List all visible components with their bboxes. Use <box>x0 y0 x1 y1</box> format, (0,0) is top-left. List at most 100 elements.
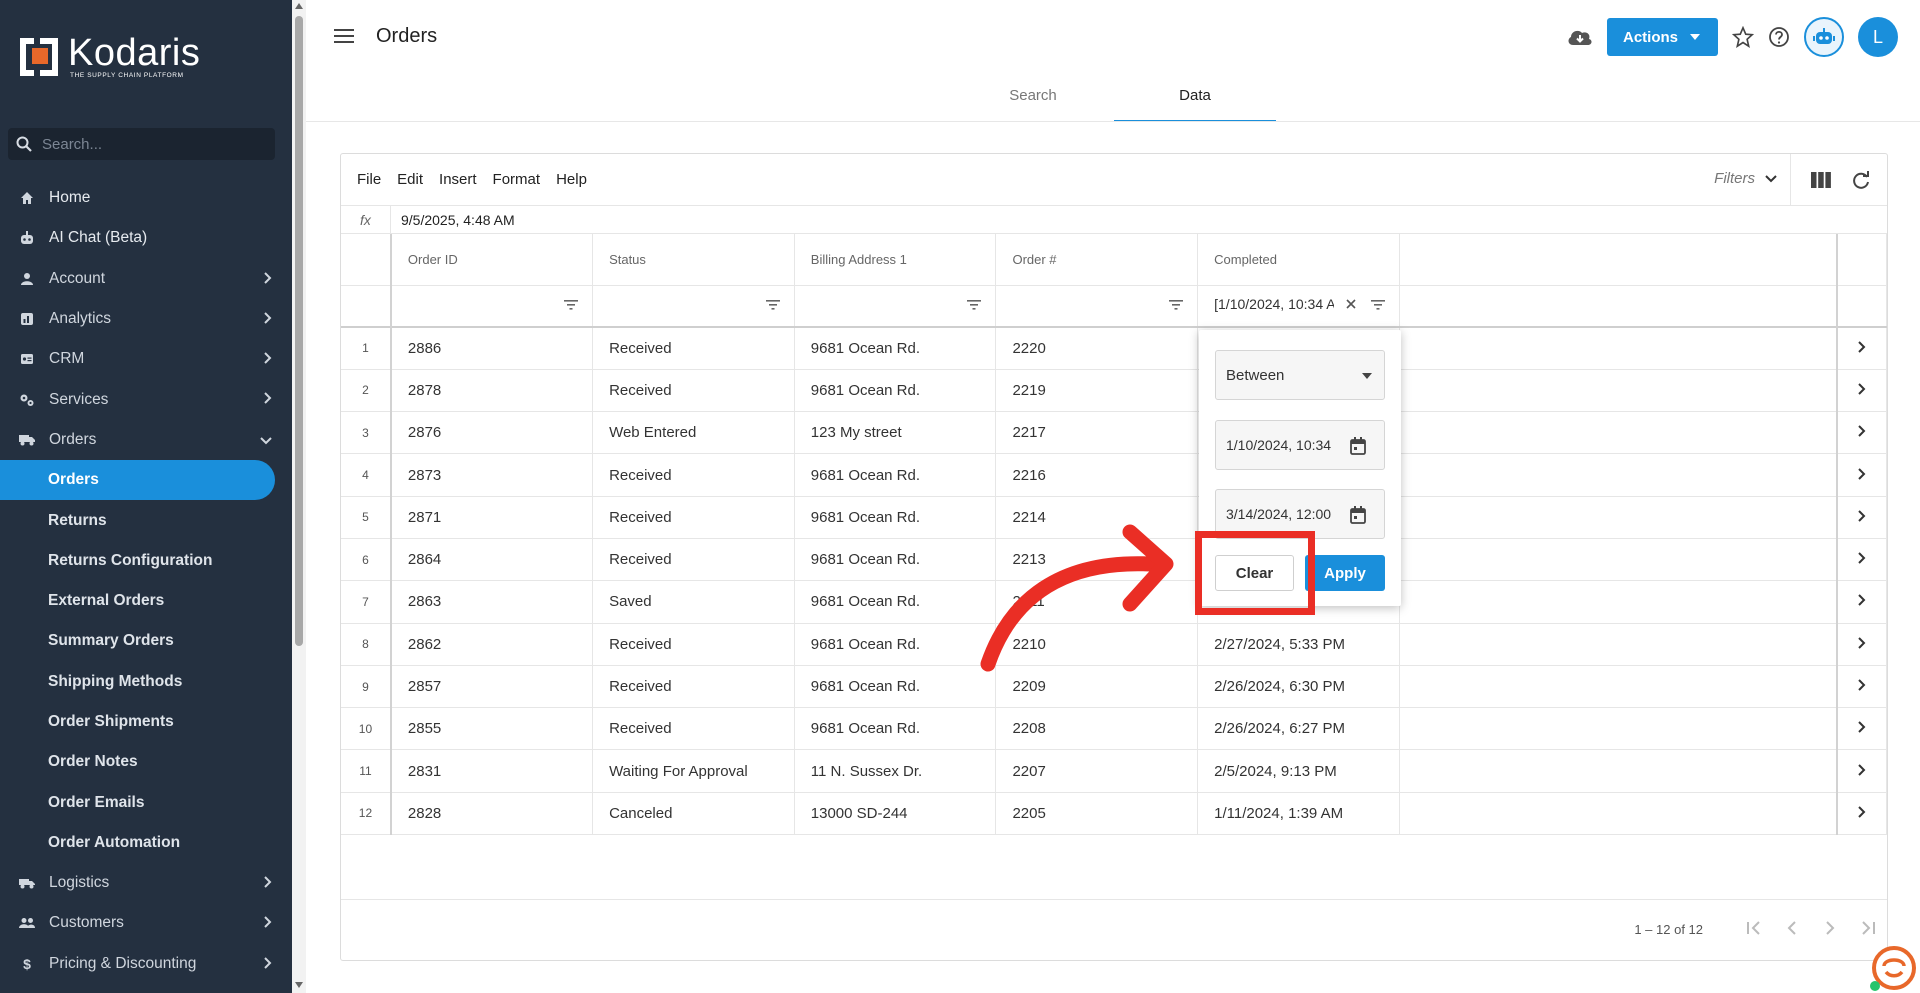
row-open-cell[interactable] <box>1835 453 1887 497</box>
cell-order-id[interactable]: 2876 <box>390 411 594 455</box>
cell-order-id[interactable]: 2857 <box>390 665 594 709</box>
cell-completed[interactable]: 2/27/2024, 5:33 PM <box>1197 623 1400 666</box>
date-from-input[interactable]: 1/10/2024, 10:34 <box>1215 420 1385 470</box>
cell-order-id[interactable]: 2873 <box>390 453 594 497</box>
row-number[interactable]: 2 <box>341 369 392 413</box>
sidebar-item-customers[interactable]: Customers <box>0 903 292 943</box>
sidebar-sub-order-shipments[interactable]: Order Shipments <box>0 702 292 742</box>
row-number[interactable]: 5 <box>341 496 392 539</box>
row-open-cell[interactable] <box>1835 749 1887 793</box>
filters-dropdown[interactable]: Filters <box>1714 170 1777 187</box>
cell-order-id[interactable]: 2886 <box>390 327 594 370</box>
prev-page-icon[interactable] <box>1783 920 1801 936</box>
cell-order-id[interactable]: 2878 <box>390 369 594 413</box>
cell-order-number[interactable]: 2219 <box>995 369 1199 413</box>
cell-billing-address[interactable]: 9681 Ocean Rd. <box>794 707 997 751</box>
filter-cell-status[interactable] <box>592 285 795 328</box>
sidebar-sub-order-notes[interactable]: Order Notes <box>0 742 292 782</box>
sidebar-item-account[interactable]: Account <box>0 259 292 299</box>
sidebar-sub-summary-orders[interactable]: Summary Orders <box>0 621 292 661</box>
last-page-icon[interactable] <box>1859 920 1877 936</box>
sidebar-item-home[interactable]: Home <box>0 178 292 218</box>
row-open-cell[interactable] <box>1835 496 1887 539</box>
cell-billing-address[interactable]: 9681 Ocean Rd. <box>794 496 997 539</box>
row-open-cell[interactable] <box>1835 327 1887 370</box>
table-row[interactable]: 2 2878 Received 9681 Ocean Rd. 2219 <box>341 369 1887 413</box>
sidebar-item-analytics[interactable]: Analytics <box>0 299 292 339</box>
filter-icon[interactable] <box>1169 299 1184 310</box>
cell-order-number[interactable]: 2220 <box>995 327 1199 370</box>
cell-status[interactable]: Waiting For Approval <box>592 749 795 793</box>
sidebar-item-orders[interactable]: Orders <box>0 420 292 460</box>
ai-assistant-button[interactable] <box>1804 17 1844 57</box>
cell-billing-address[interactable]: 9681 Ocean Rd. <box>794 665 997 709</box>
cell-order-id[interactable]: 2828 <box>390 792 594 836</box>
row-open-cell[interactable] <box>1835 792 1887 836</box>
sidebar-item-pricing[interactable]: $ Pricing & Discounting <box>0 944 292 984</box>
completed-filter-value[interactable]: [1/10/2024, 10:34 AM <box>1214 296 1334 312</box>
filter-icon[interactable] <box>1370 299 1385 310</box>
menu-insert[interactable]: Insert <box>439 171 477 188</box>
menu-format[interactable]: Format <box>493 171 541 188</box>
cell-billing-address[interactable]: 123 My street <box>794 411 997 455</box>
first-page-icon[interactable] <box>1745 920 1763 936</box>
row-number[interactable]: 3 <box>341 411 392 455</box>
cell-order-id[interactable]: 2863 <box>390 580 594 624</box>
row-number[interactable]: 4 <box>341 453 392 497</box>
calendar-icon[interactable] <box>1350 437 1366 455</box>
row-open-cell[interactable] <box>1835 580 1887 624</box>
kodaris-logo[interactable]: Kodaris THE SUPPLY CHAIN PLATFORM <box>18 34 200 79</box>
hamburger-menu-icon[interactable] <box>334 28 354 44</box>
sidebar-sub-shipping-methods[interactable]: Shipping Methods <box>0 662 292 702</box>
row-number[interactable]: 11 <box>341 749 392 793</box>
filter-icon[interactable] <box>765 299 780 310</box>
cell-completed[interactable]: 2/5/2024, 9:13 PM <box>1197 749 1400 793</box>
chevron-right-icon[interactable] <box>1858 425 1866 437</box>
tab-data[interactable]: Data <box>1114 76 1276 122</box>
column-header-order-number[interactable]: Order # <box>995 234 1199 286</box>
chevron-right-icon[interactable] <box>1858 383 1866 395</box>
cell-status[interactable]: Received <box>592 665 795 709</box>
cell-status[interactable]: Web Entered <box>592 411 795 455</box>
menu-edit[interactable]: Edit <box>397 171 423 188</box>
cell-status[interactable]: Saved <box>592 580 795 624</box>
sidebar-item-crm[interactable]: CRM <box>0 339 292 379</box>
filter-cell-billing-address[interactable] <box>794 285 997 328</box>
row-open-cell[interactable] <box>1835 369 1887 413</box>
cell-completed[interactable]: 2/26/2024, 6:30 PM <box>1197 665 1400 709</box>
cell-order-id[interactable]: 2855 <box>390 707 594 751</box>
filter-operator-select[interactable]: Between <box>1215 350 1385 400</box>
next-page-icon[interactable] <box>1821 920 1839 936</box>
sidebar-scrollbar-thumb[interactable] <box>295 16 303 646</box>
cell-order-number[interactable]: 2216 <box>995 453 1199 497</box>
row-number[interactable]: 7 <box>341 580 392 624</box>
table-row[interactable]: 12 2828 Canceled 13000 SD-244 2205 1/11/2024,… <box>341 792 1887 836</box>
sidebar-item-services[interactable]: Services <box>0 379 292 419</box>
cell-completed[interactable]: 2/26/2024, 6:27 PM <box>1197 707 1400 751</box>
help-icon[interactable] <box>1768 26 1790 48</box>
cell-status[interactable]: Received <box>592 327 795 370</box>
formula-input[interactable]: 9/5/2025, 4:48 AM <box>391 212 515 228</box>
sidebar-sub-orders[interactable]: Orders <box>0 460 275 501</box>
apply-button[interactable]: Apply <box>1305 555 1385 591</box>
cell-billing-address[interactable]: 13000 SD-244 <box>794 792 997 836</box>
chevron-right-icon[interactable] <box>1858 806 1866 818</box>
chevron-right-icon[interactable] <box>1858 721 1866 734</box>
user-avatar[interactable]: L <box>1858 17 1898 57</box>
row-open-cell[interactable] <box>1835 665 1887 709</box>
calendar-icon[interactable] <box>1350 506 1366 524</box>
sidebar-sub-returns-configuration[interactable]: Returns Configuration <box>0 541 292 581</box>
row-number[interactable]: 9 <box>341 665 392 709</box>
sidebar-sub-external-orders[interactable]: External Orders <box>0 581 292 621</box>
tab-search[interactable]: Search <box>952 76 1114 122</box>
scroll-up-icon[interactable] <box>295 3 303 9</box>
sidebar-sub-order-automation[interactable]: Order Automation <box>0 823 292 863</box>
row-open-cell[interactable] <box>1835 411 1887 455</box>
filter-cell-order-number[interactable] <box>995 285 1199 328</box>
table-row[interactable]: 4 2873 Received 9681 Ocean Rd. 2216 <box>341 453 1887 497</box>
chevron-right-icon[interactable] <box>1858 763 1866 776</box>
column-header-status[interactable]: Status <box>592 234 795 286</box>
cell-completed[interactable]: 1/11/2024, 1:39 AM <box>1197 792 1400 836</box>
cell-billing-address[interactable]: 9681 Ocean Rd. <box>794 327 997 370</box>
chevron-right-icon[interactable] <box>1858 637 1866 649</box>
